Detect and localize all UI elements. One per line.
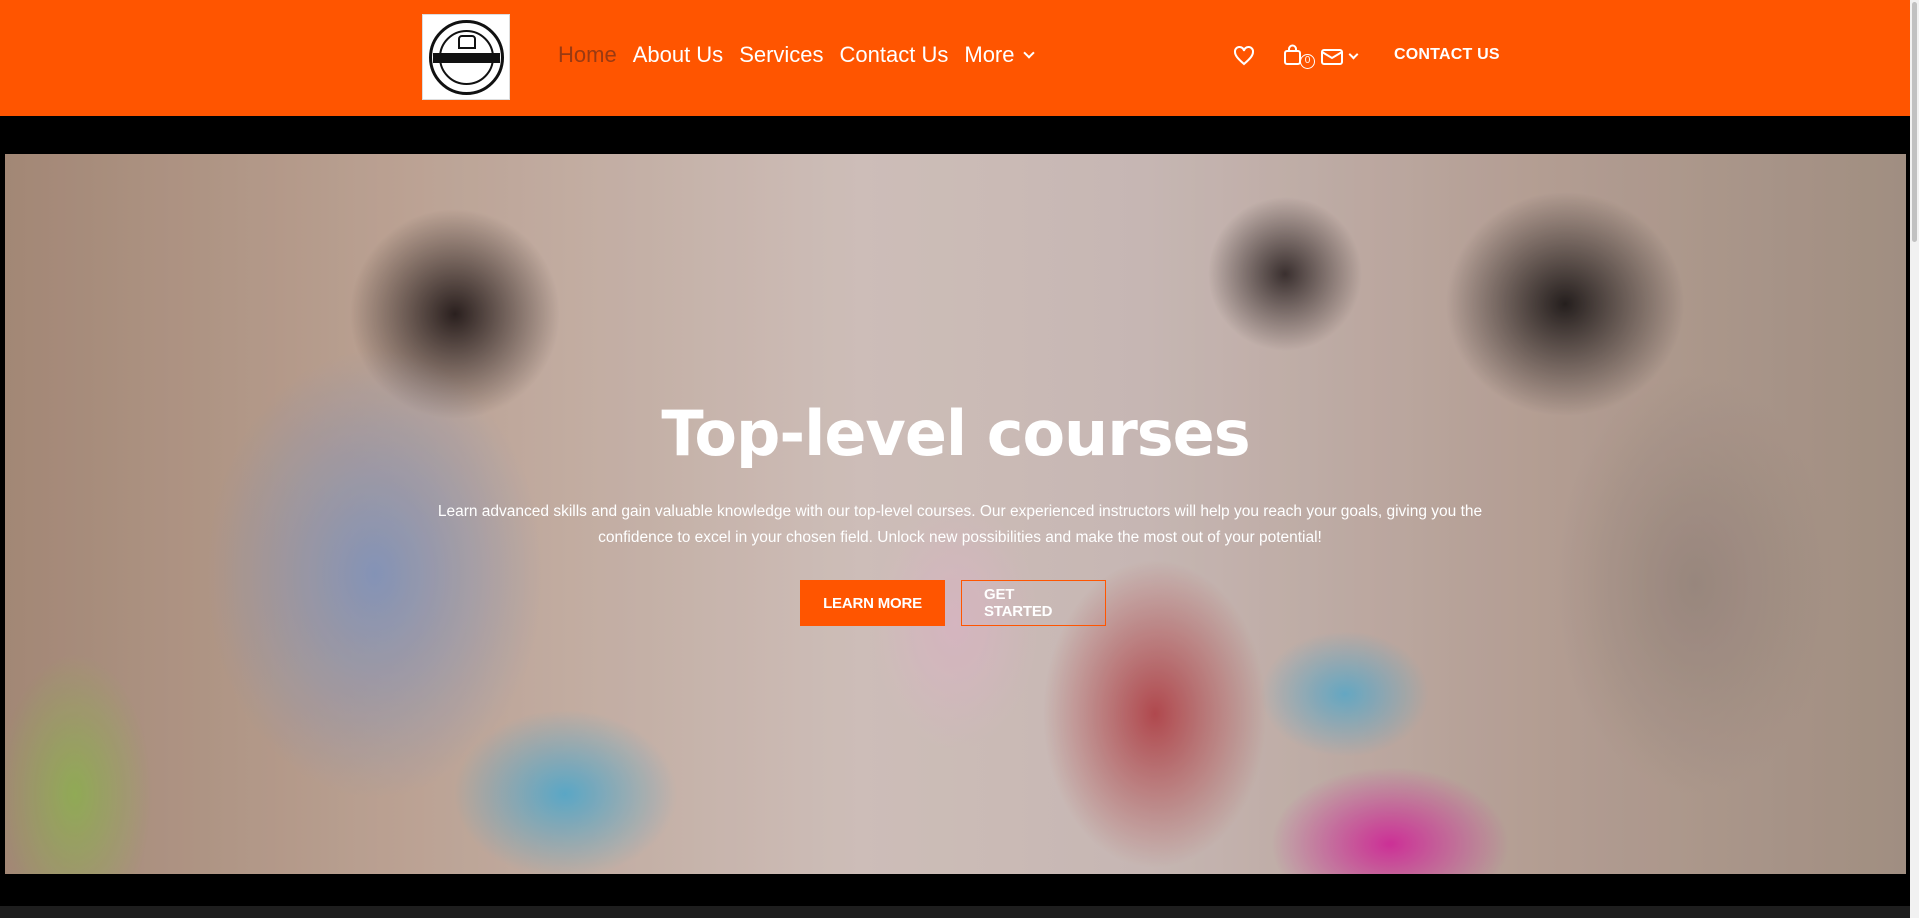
get-started-button[interactable]: GET STARTED — [961, 580, 1106, 626]
header-icons: 0 — [1232, 44, 1359, 69]
main-nav: Home About Us Services Contact Us More — [558, 40, 1049, 70]
nav-item-about-us[interactable]: About Us — [633, 42, 724, 68]
nav-item-services[interactable]: Services — [739, 42, 823, 68]
logo-seal-icon — [429, 20, 504, 95]
hero-subtitle: Learn advanced skills and gain valuable … — [437, 503, 1483, 546]
site-header: Home About Us Services Contact Us More 0… — [0, 0, 1910, 116]
nav-item-home[interactable]: Home — [558, 42, 617, 68]
next-section-edge — [0, 906, 1910, 918]
nav-item-contact-us[interactable]: Contact Us — [840, 42, 949, 68]
site-logo[interactable] — [422, 14, 510, 100]
mail-icon[interactable] — [1320, 44, 1344, 68]
hero-banner: Top-level courses Learn advanced skills … — [5, 154, 1906, 874]
shopping-bag-icon[interactable]: 0 — [1282, 44, 1315, 69]
book-icon — [458, 35, 476, 49]
hero-buttons: LEARN MORE GET STARTED — [800, 580, 1106, 626]
header-contact-button[interactable]: CONTACT US — [1394, 46, 1500, 64]
chevron-down-icon — [1022, 47, 1035, 59]
page: Home About Us Services Contact Us More 0… — [0, 0, 1910, 918]
scrollbar-thumb[interactable] — [1912, 2, 1917, 242]
nav-item-more[interactable]: More — [964, 42, 1035, 68]
heart-icon[interactable] — [1232, 44, 1256, 68]
cart-count-badge: 0 — [1300, 54, 1315, 69]
nav-more-label: More — [964, 42, 1015, 67]
hero-title: Top-level courses — [661, 397, 1250, 470]
account-chevron-down-icon[interactable] — [1348, 49, 1359, 60]
learn-more-button[interactable]: LEARN MORE — [800, 580, 945, 626]
